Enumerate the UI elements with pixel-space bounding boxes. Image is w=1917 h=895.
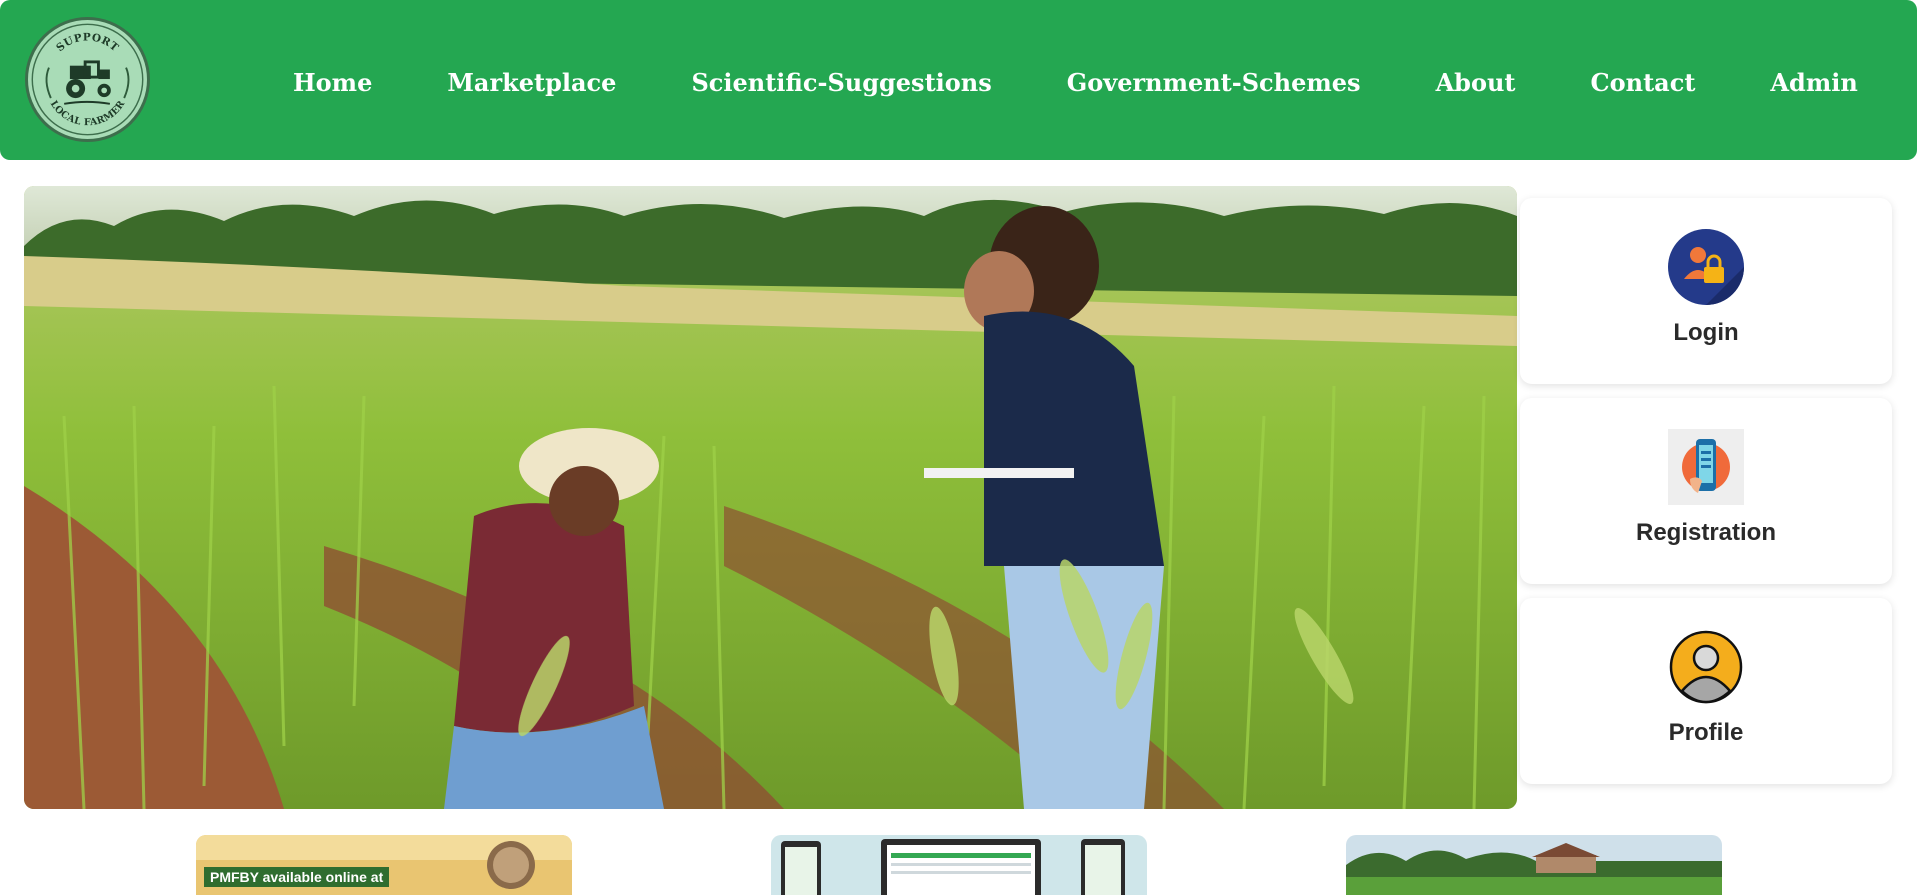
registration-label: Registration	[1635, 519, 1776, 546]
mobile-dashboard-banner	[771, 835, 1147, 895]
site-logo[interactable]: SUPPORT LOCAL FARMER	[25, 17, 150, 142]
pmfby-thumbnail[interactable]: PMFBY available online at	[196, 835, 572, 895]
logo-text-bottom: LOCAL FARMER	[48, 99, 127, 129]
nav-home[interactable]: Home	[293, 68, 372, 97]
nav-marketplace[interactable]: Marketplace	[447, 68, 616, 97]
registration-card[interactable]: Registration	[1520, 398, 1892, 584]
registration-phone-icon	[1668, 429, 1744, 505]
profile-card[interactable]: Profile	[1520, 598, 1892, 784]
nav-scientific-suggestions[interactable]: Scientific-Suggestions	[691, 68, 991, 97]
svg-text:LOCAL FARMER: LOCAL FARMER	[48, 99, 128, 129]
dashboard-thumbnail[interactable]	[771, 835, 1147, 895]
hero-image	[24, 186, 1517, 809]
logo-text-top: SUPPORT	[54, 31, 120, 54]
tractor-icon: SUPPORT LOCAL FARMER	[31, 23, 144, 136]
nav-admin[interactable]: Admin	[1770, 68, 1857, 97]
farm-village-banner	[1346, 835, 1722, 895]
nav-government-schemes[interactable]: Government-Schemes	[1067, 68, 1361, 97]
navbar: SUPPORT LOCAL FARMER Home Marketplace Sc…	[0, 0, 1917, 160]
field-inspection-photo	[24, 186, 1517, 809]
profile-user-icon	[1669, 630, 1743, 704]
pmfby-caption: PMFBY available online at	[204, 867, 390, 887]
login-card[interactable]: Login	[1520, 198, 1892, 384]
quick-access-panel: Login Registration Profile	[1520, 198, 1892, 798]
village-thumbnail[interactable]	[1346, 835, 1722, 895]
login-lock-icon	[1668, 229, 1744, 305]
svg-text:SUPPORT: SUPPORT	[54, 31, 121, 54]
main-nav: Home Marketplace Scientific-Suggestions …	[293, 62, 1858, 102]
profile-label: Profile	[1668, 719, 1744, 746]
nav-about[interactable]: About	[1436, 68, 1516, 97]
nav-contact[interactable]: Contact	[1591, 68, 1696, 97]
login-label: Login	[1673, 319, 1739, 346]
